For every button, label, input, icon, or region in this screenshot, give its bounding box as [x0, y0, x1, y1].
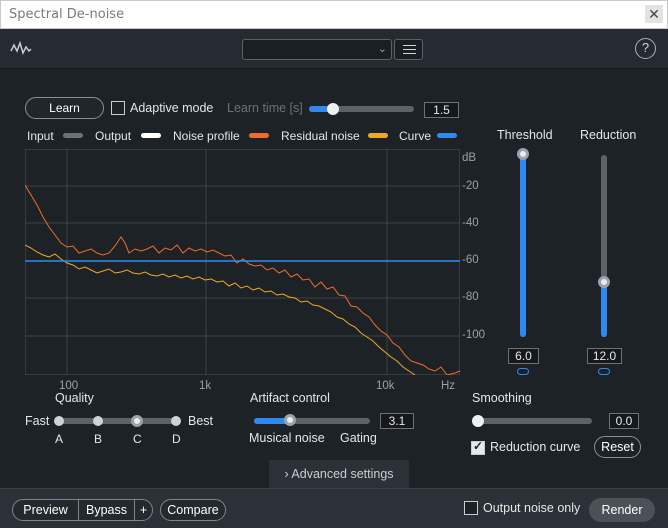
chevron-right-icon: ›	[284, 467, 289, 481]
graph-border	[25, 149, 460, 375]
bypass-button[interactable]: Bypass	[78, 499, 135, 521]
y-tick-label: -40	[462, 217, 479, 229]
y-axis-unit: dB	[462, 152, 477, 164]
smoothing-value[interactable]: 0.0	[609, 413, 639, 429]
quality-label: Quality	[55, 391, 94, 405]
quality-step-knob[interactable]	[54, 416, 64, 426]
y-tick-label: -80	[462, 291, 479, 303]
waveform-logo-icon	[10, 41, 32, 55]
threshold-slider-fill	[520, 155, 526, 337]
smoothing-slider-knob[interactable]	[472, 415, 484, 427]
musical-noise-label: Musical noise	[249, 431, 325, 445]
noise-profile-series	[25, 184, 460, 375]
window-title: Spectral De-noise	[9, 7, 125, 22]
legend-label[interactable]: Output	[95, 129, 131, 143]
learn-time-value[interactable]: 1.5	[424, 102, 459, 118]
learn-time-label: Learn time [s]	[227, 101, 303, 115]
reduction-slider-knob[interactable]	[598, 276, 610, 288]
legend-label[interactable]: Input	[27, 129, 54, 143]
help-icon[interactable]: ?	[635, 38, 656, 59]
advanced-settings-label: Advanced settings	[291, 467, 394, 481]
quality-step-label: C	[133, 432, 142, 446]
reduction-curve-checkbox[interactable]	[471, 439, 485, 455]
menu-line	[403, 45, 416, 46]
reduction-curve-label: Reduction curve	[490, 440, 581, 454]
x-tick-label: 1k	[199, 380, 212, 392]
legend-swatch	[63, 133, 83, 138]
advanced-settings-button[interactable]: › Advanced settings	[269, 460, 409, 488]
render-button[interactable]: Render	[589, 498, 655, 522]
menu-line	[403, 53, 416, 54]
output-noise-only-label: Output noise only	[483, 501, 581, 515]
learn-time-slider-knob[interactable]	[327, 103, 339, 115]
smoothing-slider-track[interactable]	[476, 418, 592, 424]
legend-swatch	[368, 133, 388, 138]
reduction-label: Reduction	[580, 128, 637, 142]
adaptive-mode-label: Adaptive mode	[130, 101, 214, 115]
link-icon[interactable]	[598, 368, 610, 375]
artifact-slider-knob[interactable]	[284, 414, 296, 426]
x-axis-unit: Hz	[441, 380, 456, 392]
artifact-value[interactable]: 3.1	[380, 413, 414, 429]
legend-swatch	[141, 133, 161, 138]
quality-step-label: D	[172, 432, 181, 446]
y-tick-label: -20	[462, 180, 479, 192]
legend-label[interactable]: Noise profile	[173, 129, 240, 143]
legend-swatch	[437, 133, 457, 138]
quality-step-label: B	[94, 432, 103, 446]
preset-dropdown[interactable]: ⌄	[242, 39, 392, 60]
window-titlebar: Spectral De-noise ✕	[0, 0, 668, 29]
threshold-value[interactable]: 6.0	[508, 348, 539, 364]
preview-button[interactable]: Preview	[12, 499, 79, 521]
quality-step-knob[interactable]	[131, 415, 143, 427]
artifact-control-label: Artifact control	[250, 391, 330, 405]
threshold-label: Threshold	[497, 128, 553, 142]
chevron-down-icon: ⌄	[377, 43, 387, 55]
learn-button[interactable]: Learn	[25, 97, 104, 119]
top-toolbar: ⌄ ?	[0, 29, 668, 69]
bypass-options-button[interactable]: +	[134, 499, 153, 521]
link-icon[interactable]	[517, 368, 529, 375]
gating-label: Gating	[340, 431, 377, 445]
reset-button[interactable]: Reset	[594, 436, 641, 458]
legend-swatch	[249, 133, 269, 138]
reduction-slider-fill	[601, 282, 607, 337]
legend-label[interactable]: Curve	[399, 129, 431, 143]
legend-label[interactable]: Residual noise	[281, 129, 360, 143]
preset-menu-button[interactable]	[394, 39, 423, 60]
quality-fast-label: Fast	[25, 414, 50, 428]
x-tick-label: 10k	[376, 380, 395, 392]
menu-line	[403, 49, 416, 50]
y-tick-label: -100	[462, 329, 486, 341]
quality-step-knob[interactable]	[171, 416, 181, 426]
compare-button[interactable]: Compare	[160, 499, 226, 521]
quality-best-label: Best	[188, 414, 214, 428]
adaptive-mode-checkbox[interactable]	[111, 101, 125, 115]
quality-slider-track[interactable]	[57, 418, 178, 424]
output-noise-only-checkbox[interactable]	[464, 501, 478, 515]
reduction-value[interactable]: 12.0	[587, 348, 622, 364]
quality-step-knob[interactable]	[93, 416, 103, 426]
close-icon[interactable]: ✕	[645, 5, 663, 23]
bottom-toolbar: Preview Bypass + Compare Output noise on…	[0, 488, 668, 528]
residual-noise-series	[25, 244, 416, 375]
spectrum-graph	[25, 149, 460, 375]
y-tick-label: -60	[462, 254, 479, 266]
quality-step-label: A	[55, 432, 64, 446]
smoothing-label: Smoothing	[472, 391, 532, 405]
threshold-slider-knob[interactable]	[517, 148, 529, 160]
